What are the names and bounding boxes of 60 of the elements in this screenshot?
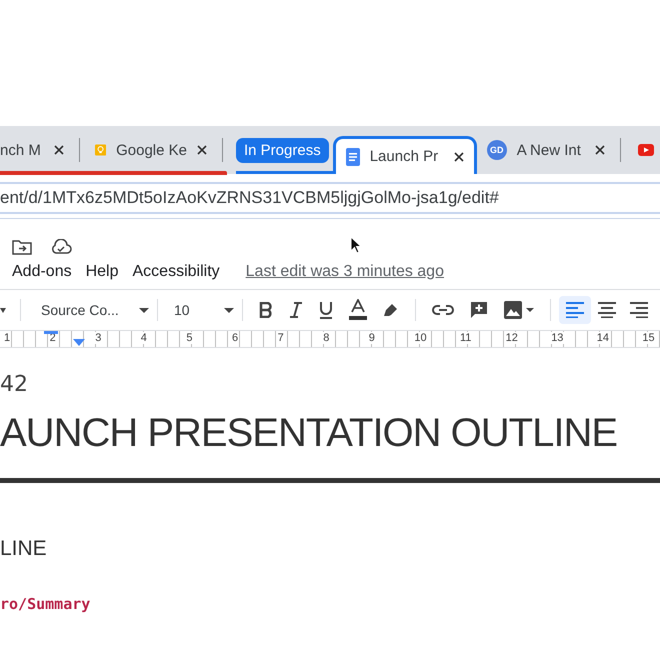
ruler-number: 4	[140, 332, 148, 344]
close-icon[interactable]	[594, 145, 605, 155]
italic-icon[interactable]	[289, 302, 303, 318]
section-label: ro/Summary	[0, 595, 92, 613]
browser-tab[interactable]: Launch Pr	[332, 136, 477, 174]
text-color-icon[interactable]	[349, 299, 367, 321]
ruler-number: 1	[3, 332, 12, 344]
caret-icon	[139, 308, 149, 312]
ruler-number: 13	[550, 332, 564, 344]
align-left-button[interactable]	[559, 296, 591, 324]
ruler-number: 7	[276, 332, 285, 344]
cloud-check-icon[interactable]	[50, 239, 72, 255]
add-comment-icon[interactable]	[470, 301, 488, 319]
align-center-icon	[598, 302, 616, 318]
browser-tab[interactable]: Google Ke	[85, 134, 217, 166]
address-field[interactable]: ent/d/1MTx6z5MDt5oIzAoKvZRNS31VCBM5ljgjGolMo-jsa1g/edit#	[0, 182, 660, 214]
ruler-number: 10	[413, 332, 428, 344]
menu-item[interactable]: Help	[86, 263, 118, 281]
folder-icon[interactable]	[12, 239, 32, 255]
document-number: 42	[0, 372, 29, 397]
ruler-number: 8	[322, 332, 330, 344]
ruler-number: 12	[504, 332, 519, 344]
bold-icon[interactable]	[259, 302, 273, 318]
close-icon[interactable]	[54, 145, 64, 155]
align-right-icon	[630, 302, 648, 318]
tab-title: A New Int	[516, 142, 582, 158]
indent-marker-icon[interactable]	[73, 339, 85, 346]
font-dropdown[interactable]: Source Co...	[29, 302, 149, 318]
tab-group-chip[interactable]: In Progress	[236, 138, 329, 162]
tab-title: nch M	[0, 142, 42, 158]
underline-icon[interactable]	[319, 301, 333, 319]
browser-tab[interactable]: GD A New Int	[476, 134, 615, 166]
close-icon[interactable]	[454, 152, 464, 162]
ruler-number: 9	[368, 332, 376, 344]
highlighter-icon[interactable]	[383, 302, 399, 318]
document-icon	[346, 148, 360, 166]
browser-tab[interactable]: nch M	[0, 134, 74, 166]
ruler-number: 5	[185, 332, 194, 344]
close-icon[interactable]	[197, 145, 207, 155]
ruler-number: 15	[641, 332, 656, 344]
play-icon[interactable]	[638, 144, 654, 156]
ruler-number: 14	[596, 332, 610, 344]
ruler-number: 11	[459, 332, 472, 344]
menu-item[interactable]: Accessibility	[132, 263, 220, 281]
image-icon[interactable]	[504, 301, 534, 319]
mouse-cursor-icon	[350, 236, 362, 254]
menu-item[interactable]: Add-ons	[12, 263, 72, 281]
tab-title: Google Ke	[116, 142, 187, 158]
caret-icon[interactable]	[0, 308, 6, 312]
link-icon[interactable]	[432, 304, 454, 316]
caret-icon	[224, 308, 234, 312]
section-heading: LINE	[0, 537, 48, 561]
avatar-badge: GD	[486, 140, 507, 160]
font-size-dropdown[interactable]: 10	[166, 302, 234, 318]
ruler-number: 3	[94, 332, 102, 344]
ruler-number: 6	[231, 332, 240, 344]
document-title: AUNCH PRESENTATION OUTLINE	[0, 411, 618, 456]
last-edit-link[interactable]: Last edit was 3 minutes ago	[246, 263, 444, 281]
tab-title: Launch Pr	[370, 148, 440, 165]
align-left-icon	[566, 302, 584, 318]
